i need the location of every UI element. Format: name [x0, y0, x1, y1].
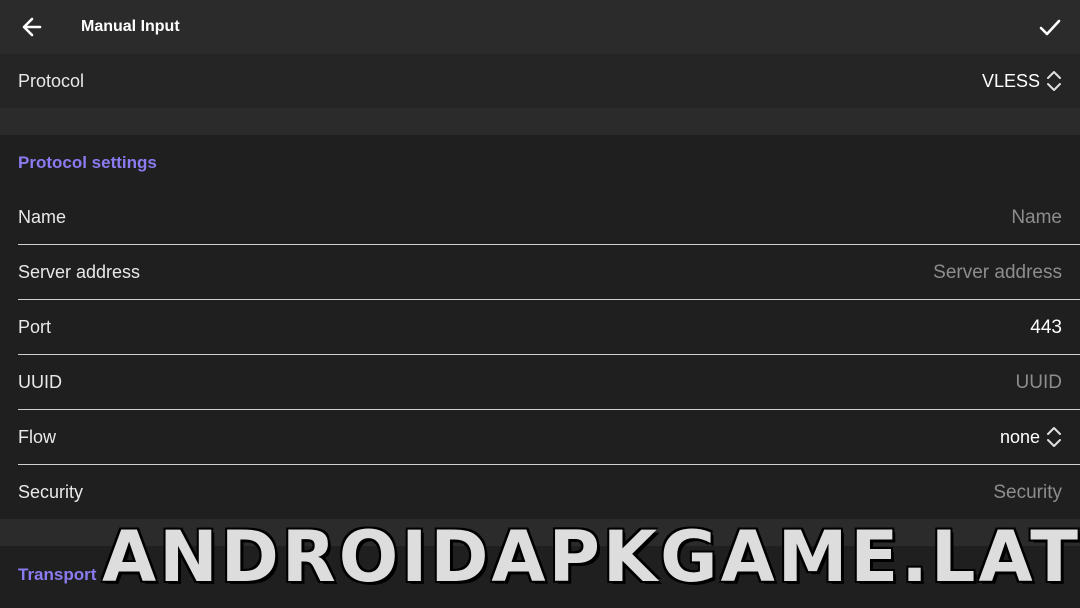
port-input[interactable]: 443 — [1030, 317, 1062, 339]
field-label: Name — [18, 207, 67, 227]
page-title: Manual Input — [81, 18, 180, 35]
protocol-row[interactable]: Protocol VLESS — [0, 54, 1080, 108]
field-name[interactable]: Name Name — [0, 190, 1080, 245]
field-flow[interactable]: Flow none — [0, 410, 1080, 465]
field-label: Security — [18, 482, 84, 502]
chevron-up-down-icon — [1047, 427, 1061, 447]
back-button[interactable] — [14, 9, 50, 45]
field-port[interactable]: Port 443 — [0, 300, 1080, 355]
section-title-transport: Transport — [18, 565, 97, 584]
field-security[interactable]: Security Security — [0, 465, 1080, 520]
field-label: Port — [18, 317, 52, 337]
protocol-select-row[interactable]: Protocol VLESS — [0, 54, 1080, 109]
protocol-label: Protocol — [18, 71, 85, 91]
section-title-protocol-settings: Protocol settings — [18, 153, 157, 172]
server-address-input[interactable]: Server address — [933, 262, 1062, 284]
protocol-value: VLESS — [981, 70, 1040, 91]
security-input[interactable]: Security — [993, 482, 1062, 504]
field-label: Flow — [18, 427, 57, 447]
chevron-up-down-icon — [1047, 71, 1061, 91]
section-spacer — [0, 108, 1080, 135]
name-input[interactable]: Name — [1011, 207, 1062, 229]
protocol-dropdown[interactable]: VLESS — [982, 70, 1062, 92]
arrow-left-icon — [22, 17, 42, 37]
top-app-bar: Manual Input — [0, 0, 1080, 54]
field-server-address[interactable]: Server address Server address — [0, 245, 1080, 300]
check-icon — [1039, 19, 1061, 36]
uuid-input[interactable]: UUID — [1016, 372, 1062, 394]
field-label: UUID — [18, 372, 62, 392]
protocol-settings-section: Protocol settings Name Name Server addre… — [0, 135, 1080, 519]
flow-dropdown[interactable]: none — [1000, 426, 1062, 448]
field-uuid[interactable]: UUID UUID — [0, 355, 1080, 410]
field-label: Server address — [18, 262, 141, 282]
watermark: ANDROIDAPKGAME.LAT — [102, 516, 1080, 598]
confirm-button[interactable] — [1032, 9, 1068, 45]
flow-value: none — [999, 426, 1040, 447]
